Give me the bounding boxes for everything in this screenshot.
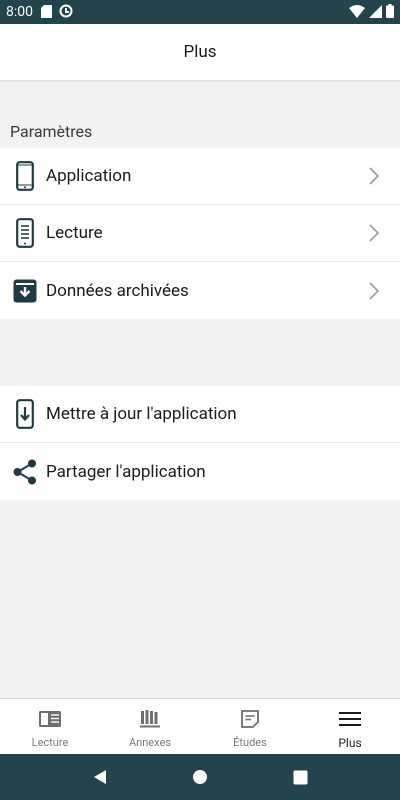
library-icon [138, 709, 162, 729]
tab-annexes[interactable]: Annexes [100, 699, 200, 754]
archive-icon [13, 275, 37, 307]
wifi-icon [349, 3, 365, 22]
settings-item-archived-data[interactable]: Données archivées [0, 262, 400, 319]
share-app-button[interactable]: Partager l'application [0, 443, 400, 500]
chevron-right-icon [368, 166, 380, 186]
share-icon [13, 456, 37, 488]
settings-item-label: Application [46, 166, 132, 186]
book-icon [38, 709, 62, 729]
signal-icon [369, 3, 382, 22]
settings-item-label: Données archivées [46, 280, 189, 301]
tab-label: Annexes [128, 736, 172, 749]
status-time: 8:00 [6, 4, 33, 20]
sd-card-icon [41, 3, 52, 22]
status-right-icons [349, 3, 394, 22]
status-bar: 8:00 [0, 0, 400, 24]
actions-list: Mettre à jour l'application Partager l'a… [0, 386, 400, 500]
sync-icon [59, 3, 73, 22]
reader-icon [13, 217, 37, 249]
back-icon[interactable] [80, 757, 120, 797]
settings-list: Application Lecture Données archivées [0, 148, 400, 319]
tab-label: Plus [338, 736, 362, 750]
battery-icon [386, 3, 394, 22]
update-download-icon [13, 398, 37, 430]
update-app-button[interactable]: Mettre à jour l'application [0, 386, 400, 443]
tab-label: Lecture [31, 736, 69, 749]
recents-icon[interactable] [280, 757, 320, 797]
settings-item-lecture[interactable]: Lecture [0, 205, 400, 262]
phone-icon [13, 160, 37, 192]
settings-item-label: Lecture [46, 223, 103, 243]
tab-etudes[interactable]: Études [200, 699, 300, 754]
bottom-tab-bar: Lecture Annexes Études Plus [0, 698, 400, 754]
chevron-right-icon [368, 223, 380, 243]
menu-icon [338, 709, 362, 729]
action-item-label: Partager l'application [46, 461, 206, 482]
notes-icon [238, 709, 262, 729]
tab-plus[interactable]: Plus [300, 699, 400, 754]
settings-item-application[interactable]: Application [0, 148, 400, 205]
home-icon[interactable] [180, 757, 220, 797]
app-header: Plus [0, 24, 400, 81]
action-item-label: Mettre à jour l'application [46, 404, 237, 424]
page-title: Plus [183, 42, 217, 62]
settings-section-label: Paramètres [10, 122, 93, 141]
chevron-right-icon [368, 281, 380, 301]
tab-lecture[interactable]: Lecture [0, 699, 100, 754]
tab-label: Études [233, 736, 267, 749]
system-nav-bar [0, 754, 400, 800]
status-left-icons [41, 3, 73, 22]
